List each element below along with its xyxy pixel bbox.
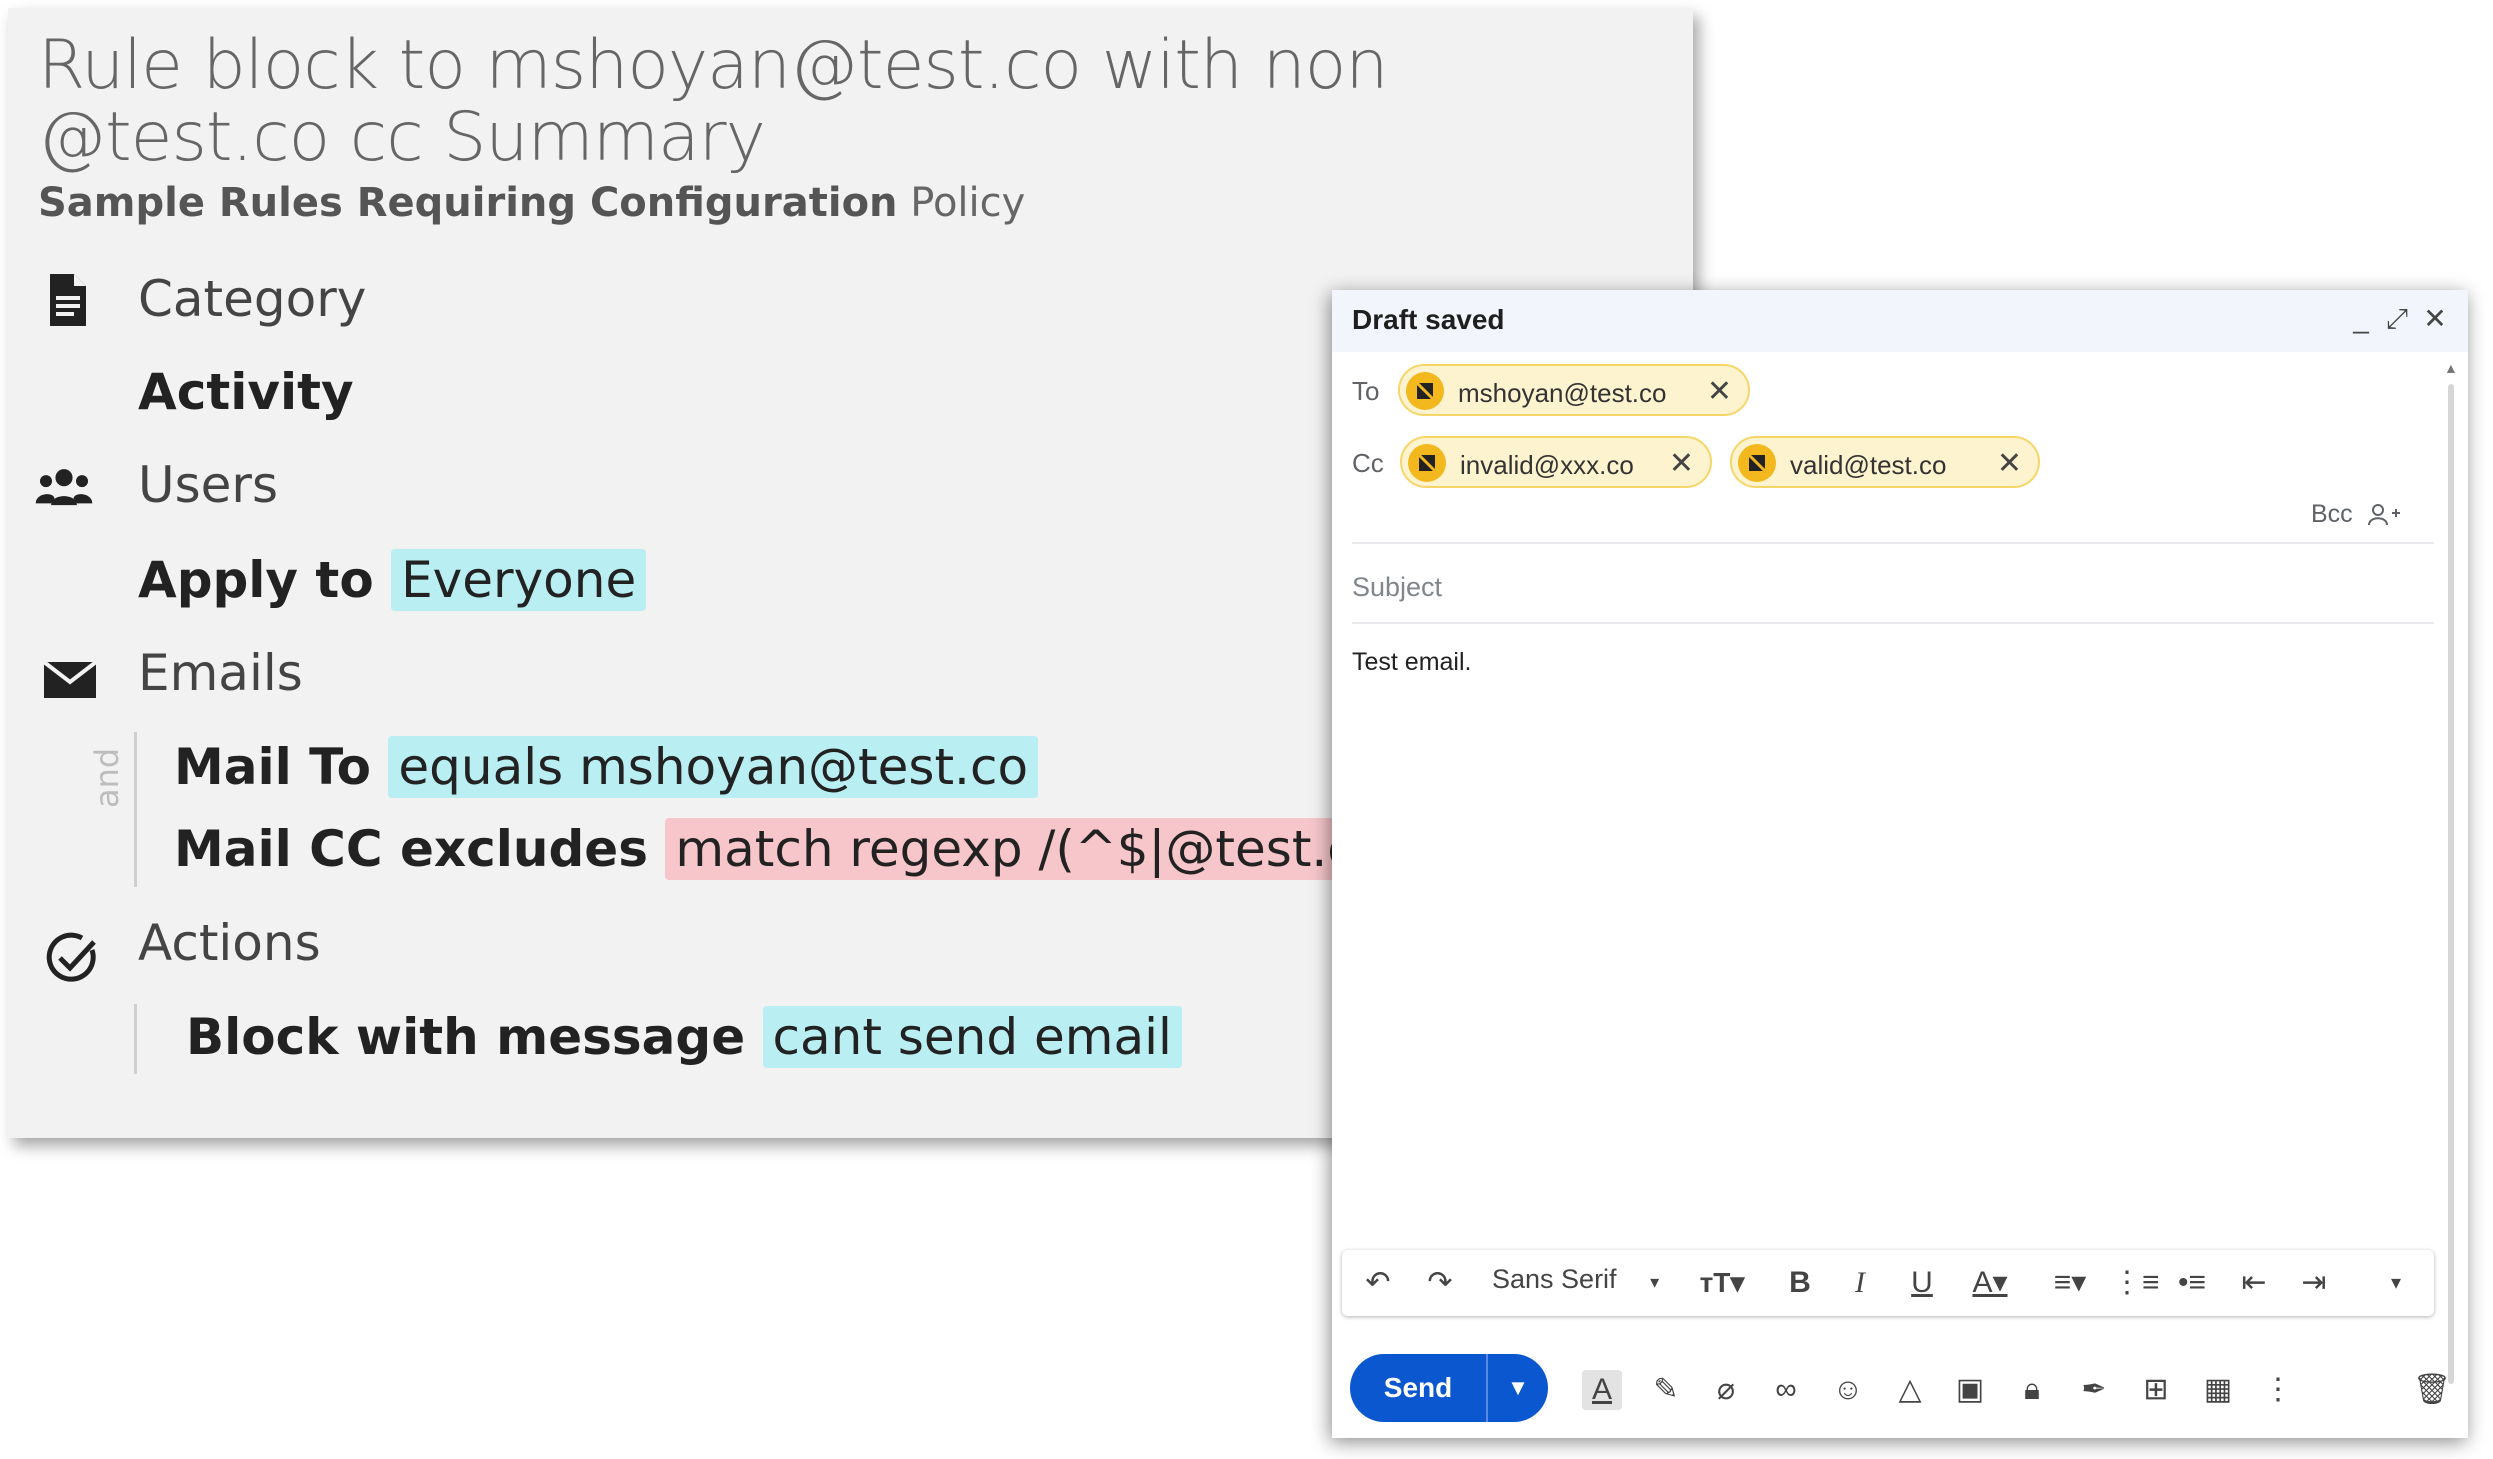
undo-icon[interactable]: ↶ [1360, 1262, 1396, 1304]
attach-icon[interactable]: ⌀ [1706, 1370, 1746, 1410]
actions-label: Actions [138, 914, 321, 972]
text-color-icon[interactable]: A▾ [1962, 1262, 2018, 1304]
subject-divider [1352, 622, 2434, 624]
rule-title: Rule block to mshoyan@test.co with non @… [38, 26, 1388, 177]
compose-status: Draft saved [1352, 304, 1505, 335]
and-connector: and [88, 747, 126, 808]
actions-divider [134, 1004, 137, 1074]
warning-icon [1408, 444, 1446, 482]
emails-label: Emails [138, 644, 303, 702]
warning-icon [1406, 372, 1444, 410]
indent-more-icon[interactable]: ⇥ [2294, 1262, 2334, 1304]
bcc-toggle[interactable]: Bcc [2311, 500, 2402, 529]
more-options-icon[interactable]: ⋮ [2258, 1370, 2298, 1410]
subject-input[interactable]: Subject [1352, 572, 1442, 603]
scrollbar[interactable]: ▲ [2444, 360, 2458, 1410]
remove-recipient-icon[interactable]: ✕ [1707, 374, 1732, 409]
discard-draft-icon[interactable]: 🗑︎ [2412, 1370, 2452, 1410]
cc-recipient-chip[interactable]: invalid@xxx.co ✕ [1400, 436, 1712, 488]
warning-icon [1738, 444, 1776, 482]
cc-recipient-address: valid@test.co [1790, 450, 1947, 480]
chevron-down-icon: ▾ [1650, 1272, 1660, 1292]
document-icon [50, 274, 86, 326]
signature-icon[interactable]: ✒ [2074, 1370, 2114, 1410]
check-circle-icon [46, 932, 96, 982]
more-formatting-icon[interactable]: ▾ [2378, 1262, 2414, 1304]
font-size-icon[interactable]: тT▾ [1692, 1262, 1752, 1304]
cc-recipient-address: invalid@xxx.co [1460, 450, 1634, 480]
apply-to-value[interactable]: Everyone [391, 549, 647, 611]
bcc-label: Bcc [2311, 500, 2353, 528]
category-label: Category [138, 270, 367, 328]
send-options-icon[interactable]: ▼ [1488, 1354, 1548, 1422]
send-button[interactable]: Send [1350, 1354, 1486, 1422]
emoji-icon[interactable]: ☺ [1828, 1370, 1868, 1410]
numbered-list-icon[interactable]: ⋮≡ [2112, 1262, 2160, 1304]
users-label: Users [138, 456, 279, 514]
link-icon[interactable]: ∞ [1766, 1370, 1806, 1410]
formatting-options-icon[interactable]: A [1582, 1370, 1622, 1410]
bold-icon[interactable]: B [1782, 1262, 1818, 1304]
policy-name[interactable]: Sample Rules Requiring Configuration [38, 180, 898, 226]
drive-icon[interactable]: △ [1890, 1370, 1930, 1410]
layout-icon[interactable]: ⊞ [2136, 1370, 2176, 1410]
align-icon[interactable]: ≡▾ [2042, 1262, 2098, 1304]
compose-window: Draft saved _ ⤢ ✕ To mshoyan@test.co ✕ C… [1332, 290, 2468, 1438]
remove-recipient-icon[interactable]: ✕ [1669, 446, 1694, 481]
mail-to-prefix: Mail To [174, 738, 371, 796]
apply-to-prefix: Apply to [138, 551, 374, 609]
block-message-value[interactable]: cant send email [762, 1006, 1182, 1068]
mail-cc-prefix: Mail CC excludes [174, 820, 648, 878]
indent-less-icon[interactable]: ⇤ [2234, 1262, 2274, 1304]
mail-cc-value[interactable]: match regexp /(^$|@test.co)/ [665, 818, 1432, 880]
redo-icon[interactable]: ↷ [1422, 1262, 1458, 1304]
rule-subtitle: Sample Rules Requiring Configuration Pol… [38, 180, 1025, 226]
message-body[interactable]: Test email. [1352, 648, 1471, 677]
confidential-icon[interactable]: 🔒︎ [2012, 1370, 2052, 1410]
cc-recipient-chip[interactable]: valid@test.co ✕ [1730, 436, 2040, 488]
users-icon [35, 469, 93, 506]
expand-icon[interactable]: ⤢ [2380, 302, 2414, 336]
apply-to-row: Apply to Everyone [138, 549, 647, 611]
recipients-divider [1352, 542, 2434, 544]
mail-to-condition: Mail To equals mshoyan@test.co [174, 736, 1039, 798]
mail-cc-condition: Mail CC excludes match regexp /(^$|@test… [174, 818, 1432, 880]
policy-suffix: Policy [897, 180, 1026, 226]
italic-icon[interactable]: I [1842, 1262, 1878, 1304]
underline-icon[interactable]: U [1904, 1262, 1940, 1304]
remove-recipient-icon[interactable]: ✕ [1997, 446, 2022, 481]
to-label: To [1352, 376, 1380, 406]
spell-check-icon[interactable]: ✎ [1646, 1370, 1686, 1410]
to-recipient-chip[interactable]: mshoyan@test.co ✕ [1398, 364, 1750, 416]
compose-header: Draft saved _ ⤢ ✕ [1332, 290, 2468, 352]
to-recipient-address: mshoyan@test.co [1458, 378, 1667, 408]
schedule-icon[interactable]: ▦ [2198, 1370, 2238, 1410]
add-people-icon [2367, 504, 2400, 526]
block-prefix: Block with message [186, 1008, 746, 1066]
category-value: Activity [138, 363, 354, 421]
bulleted-list-icon[interactable]: •≡ [2172, 1262, 2212, 1304]
envelope-icon [42, 660, 98, 698]
font-family-value: Sans Serif [1492, 1264, 1617, 1294]
image-icon[interactable]: ▣ [1950, 1370, 1990, 1410]
cc-label: Cc [1352, 448, 1384, 478]
close-icon[interactable]: ✕ [2418, 302, 2452, 336]
minimize-button[interactable]: _ [2344, 302, 2378, 336]
send-button-group: Send ▼ [1350, 1354, 1548, 1422]
mail-to-value[interactable]: equals mshoyan@test.co [388, 736, 1039, 798]
conditions-divider [134, 732, 137, 887]
block-action: Block with message cant send email [186, 1006, 1182, 1068]
font-family-select[interactable]: Sans Serif ▾ [1492, 1264, 1659, 1295]
formatting-toolbar: ↶ ↷ Sans Serif ▾ тT▾ B I U A▾ ≡▾ ⋮≡ •≡ ⇤… [1342, 1250, 2434, 1316]
